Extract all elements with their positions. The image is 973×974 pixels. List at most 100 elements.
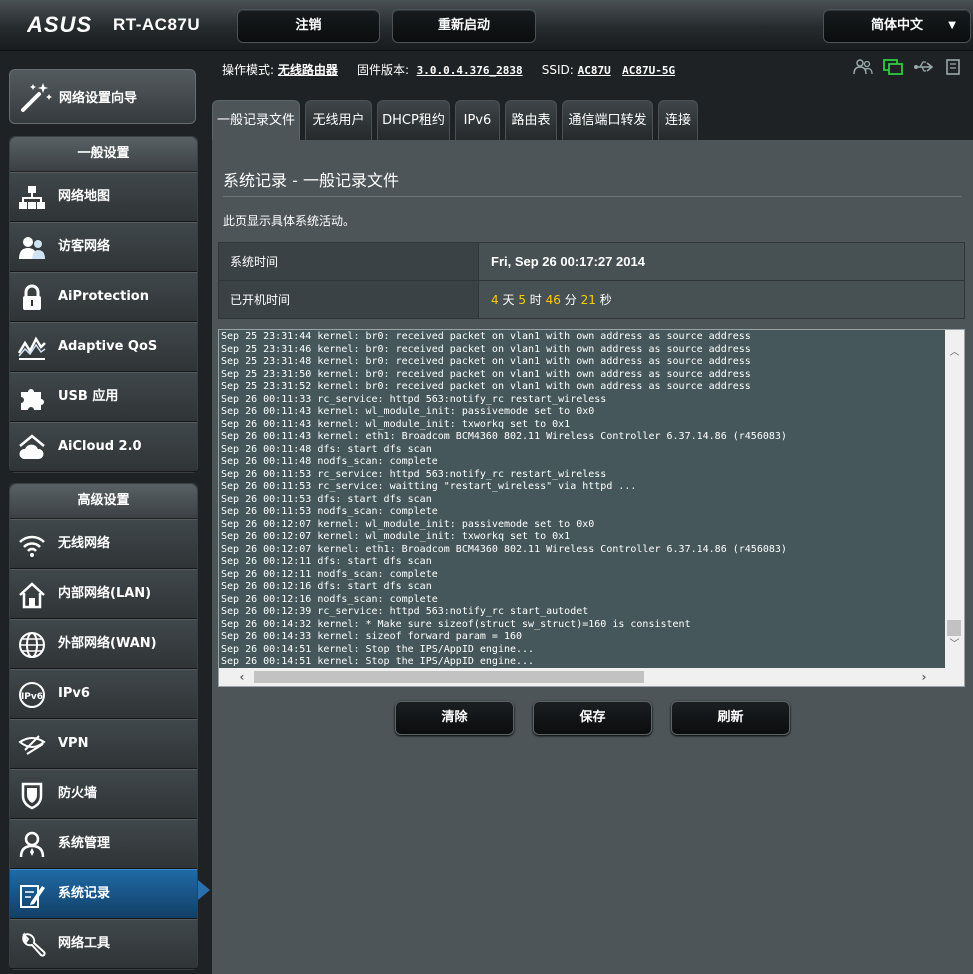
- sidebar-item-label: 防火墙: [58, 786, 98, 801]
- log-line: Sep 26 00:11:48 nodfs_scan: complete: [221, 456, 438, 467]
- sidebar-item-label: 访客网络: [58, 239, 111, 254]
- system-info-table: 系统时间 Fri, Sep 26 00:17:27 2014 已开机时间 4 天…: [218, 242, 965, 319]
- sidebar-item-aicloud[interactable]: AiCloud 2.0: [10, 422, 197, 472]
- logout-button[interactable]: 注销: [237, 9, 380, 43]
- sidebar-item-label: USB 应用: [58, 389, 119, 404]
- top-header: ASUS RT-AC87U 注销 重新启动 简体中文 ▼: [0, 0, 973, 51]
- svg-text:ASUS: ASUS: [27, 12, 92, 37]
- vertical-scrollbar[interactable]: ︿ ﹀: [945, 330, 964, 668]
- sidebar-item-label: 无线网络: [58, 536, 111, 551]
- scroll-thumb[interactable]: [947, 620, 961, 636]
- sidebar-item-label: AiProtection: [58, 289, 149, 304]
- sidebar-item-aiprotection[interactable]: AiProtection: [10, 272, 197, 322]
- mode-label: 操作模式:: [222, 63, 275, 77]
- sidebar-item-wireless[interactable]: 无线网络: [10, 519, 197, 569]
- chevron-left-icon[interactable]: ‹: [233, 668, 251, 686]
- refresh-button[interactable]: 刷新: [671, 701, 790, 735]
- sidebar-item-label: 系统管理: [58, 836, 111, 851]
- scroll-thumb[interactable]: [254, 671, 644, 683]
- sidebar-item-label: VPN: [58, 736, 89, 751]
- language-label: 简体中文: [870, 18, 923, 33]
- tab-wireless-clients[interactable]: 无线用户: [305, 100, 372, 140]
- clear-button[interactable]: 清除: [395, 701, 514, 735]
- advanced-settings-panel: 高级设置 无线网络 内部网络(LAN) 外部网络(WAN) IPv6 IPv6 …: [9, 483, 198, 970]
- log-line: Sep 26 00:12:11 nodfs_scan: complete: [221, 568, 438, 580]
- system-time-value: Fri, Sep 26 00:17:27 2014: [491, 254, 645, 269]
- sidebar-item-ipv6[interactable]: IPv6 IPv6: [10, 669, 197, 719]
- horizontal-scrollbar[interactable]: ‹ ›: [219, 668, 964, 686]
- system-log-textarea[interactable]: Sep 25 23:31:44 kernel: br0: received pa…: [218, 329, 965, 687]
- table-row: 已开机时间 4 天 5 时 46 分 21 秒: [218, 280, 965, 319]
- uptime-days: 4: [491, 293, 499, 307]
- wifi-icon: [19, 535, 45, 557]
- log-line: Sep 26 00:11:53 dfs: start dfs scan: [221, 493, 432, 505]
- tab-routing-table[interactable]: 路由表: [505, 100, 557, 140]
- page-title: 系统记录 - 一般记录文件: [223, 171, 399, 190]
- log-edit-icon: [20, 885, 45, 908]
- log-line: Sep 26 00:12:16 dfs: start dfs scan: [221, 581, 432, 592]
- sidebar-item-system-log[interactable]: 系统记录: [10, 869, 197, 919]
- sidebar-item-label: 网络工具: [58, 936, 111, 951]
- uptime-days-unit: 天: [502, 293, 515, 307]
- sidebar-item-label: 内部网络(LAN): [58, 586, 152, 601]
- tab-port-forwarding[interactable]: 通信端口转发: [562, 100, 653, 140]
- user-icon: [19, 831, 45, 858]
- reboot-button[interactable]: 重新启动: [392, 9, 536, 43]
- tab-connections[interactable]: 连接: [658, 100, 698, 140]
- sidebar-item-wan[interactable]: 外部网络(WAN): [10, 619, 197, 669]
- sidebar-item-firewall[interactable]: 防火墙: [10, 769, 197, 819]
- guest-network-icon: [19, 237, 45, 259]
- log-line: Sep 26 00:11:33 rc_service: httpd 563:no…: [221, 393, 607, 405]
- tab-general-log[interactable]: 一般记录文件: [212, 100, 300, 140]
- wrench-icon: [22, 932, 46, 957]
- ipv6-icon: IPv6: [19, 682, 45, 708]
- general-settings-title: 一般设置: [10, 137, 197, 172]
- log-line: Sep 26 00:14:51 kernel: Stop the IPS/App…: [221, 656, 535, 667]
- sidebar-item-administration[interactable]: 系统管理: [10, 819, 197, 869]
- sidebar-item-lan[interactable]: 内部网络(LAN): [10, 569, 197, 619]
- sidebar-item-guest-network[interactable]: 访客网络: [10, 222, 197, 272]
- clients-icon[interactable]: [853, 58, 873, 80]
- tab-ipv6[interactable]: IPv6: [455, 100, 500, 140]
- log-line: Sep 25 23:31:50 kernel: br0: received pa…: [221, 368, 751, 380]
- printer-icon[interactable]: [945, 58, 961, 80]
- system-time-label: 系统时间: [218, 242, 479, 281]
- ssid-link-5g[interactable]: AC87U-5G: [622, 64, 675, 77]
- log-line: Sep 25 23:31:52 kernel: br0: received pa…: [221, 381, 751, 392]
- log-line: Sep 26 00:12:07 kernel: wl_module_init: …: [221, 518, 595, 530]
- chevron-down-icon: ▼: [948, 20, 956, 31]
- ssid-label: SSID:: [541, 63, 574, 77]
- sidebar-item-network-tools[interactable]: 网络工具: [10, 919, 197, 969]
- chevron-right-icon[interactable]: ›: [915, 668, 933, 686]
- sidebar-item-label: IPv6: [58, 686, 90, 701]
- firmware-label: 固件版本:: [356, 63, 410, 77]
- log-line: Sep 26 00:11:53 rc_service: httpd 563:no…: [221, 468, 607, 480]
- log-line: Sep 25 23:31:46 kernel: br0: received pa…: [221, 343, 751, 355]
- ssid-link-2g[interactable]: AC87U: [578, 64, 611, 77]
- status-icons: [853, 58, 967, 80]
- save-button[interactable]: 保存: [533, 701, 652, 735]
- main-content: 系统记录 - 一般记录文件 此页显示具体系统活动。 系统时间 Fri, Sep …: [212, 140, 973, 974]
- language-select[interactable]: 简体中文 ▼: [823, 9, 971, 43]
- log-lines: Sep 25 23:31:44 kernel: br0: received pa…: [221, 331, 943, 668]
- internet-icon[interactable]: [883, 58, 904, 80]
- uptime-value: 4 天 5 时 46 分 21 秒: [478, 280, 965, 319]
- home-icon: [19, 582, 45, 609]
- network-setup-wizard-button[interactable]: 网络设置向导: [9, 69, 196, 124]
- sidebar-item-vpn[interactable]: VPN: [10, 719, 197, 769]
- wizard-label: 网络设置向导: [59, 91, 138, 106]
- operation-mode-link[interactable]: 无线路由器: [278, 63, 338, 77]
- chevron-down-icon[interactable]: ﹀: [945, 636, 964, 654]
- sidebar-item-usb-apps[interactable]: USB 应用: [10, 372, 197, 422]
- sidebar-item-adaptive-qos[interactable]: Adaptive QoS: [10, 322, 197, 372]
- log-line: Sep 26 00:12:11 dfs: start dfs scan: [221, 556, 432, 567]
- uptime-seconds: 21: [580, 293, 596, 307]
- tab-dhcp-leases[interactable]: DHCP租约: [377, 100, 450, 140]
- firmware-version-link[interactable]: 3.0.0.4.376_2838: [417, 64, 523, 77]
- uptime-minutes: 46: [545, 293, 561, 307]
- usb-icon[interactable]: [913, 58, 935, 80]
- sidebar-item-network-map[interactable]: 网络地图: [10, 172, 197, 222]
- chevron-up-icon[interactable]: ︿: [945, 344, 964, 362]
- cloud-icon: [19, 434, 45, 459]
- log-line: Sep 26 00:12:39 rc_service: httpd 563:no…: [221, 606, 589, 617]
